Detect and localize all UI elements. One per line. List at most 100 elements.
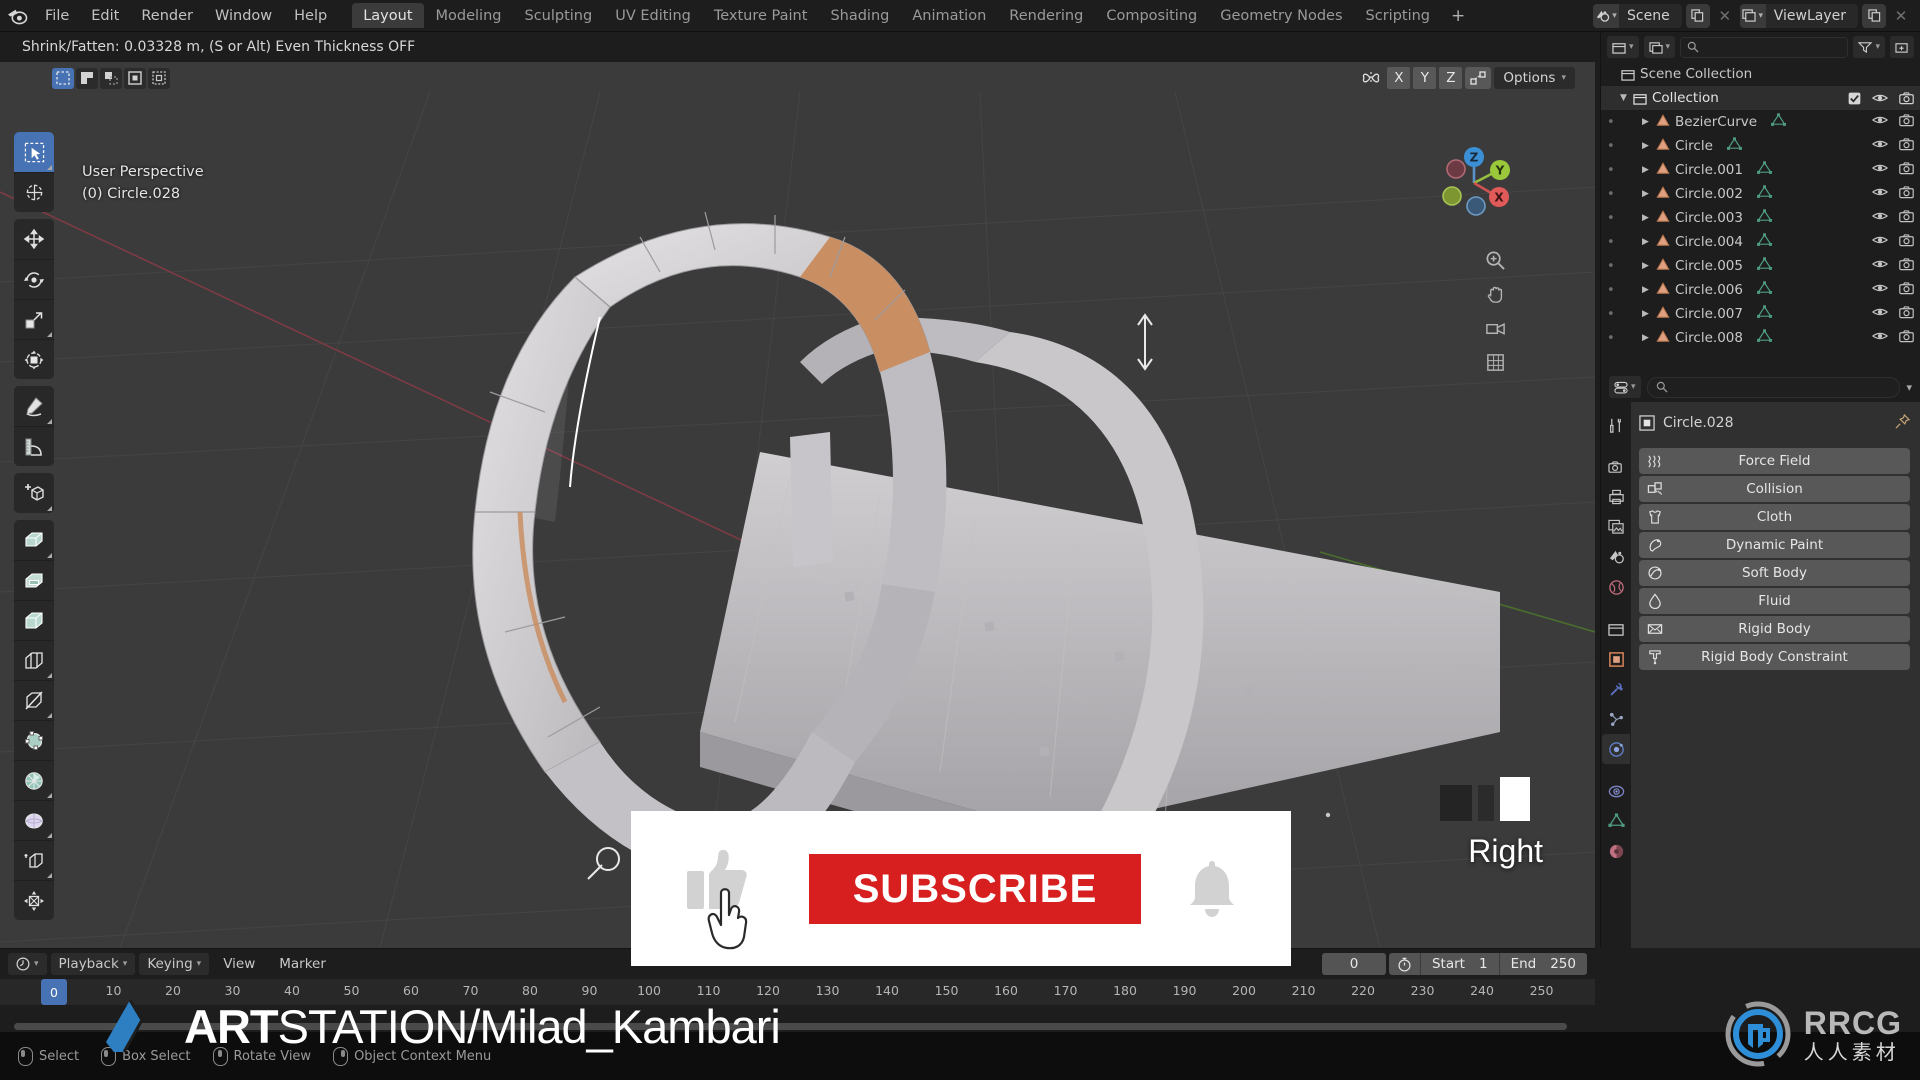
tool-tab-icon[interactable] xyxy=(1602,410,1630,440)
modifiers-tab-icon[interactable] xyxy=(1602,674,1630,704)
tab-animation[interactable]: Animation xyxy=(901,3,997,28)
outliner-row-object[interactable]: • ▶ Circle.002 xyxy=(1601,182,1920,206)
outliner-display-mode-button[interactable]: ▾ xyxy=(1643,36,1676,58)
outliner-row-collection[interactable]: ▼ Collection xyxy=(1601,86,1920,110)
smooth-tool-icon[interactable] xyxy=(14,800,54,840)
physics-button-soft-body[interactable]: Soft Body xyxy=(1639,560,1910,586)
circle-select-icon[interactable] xyxy=(100,67,122,89)
lasso-select-icon[interactable] xyxy=(124,67,146,89)
proportional-editing-icon[interactable] xyxy=(1358,67,1384,89)
outliner-row-scene-collection[interactable]: Scene Collection xyxy=(1601,62,1920,86)
outliner-new-collection-button[interactable] xyxy=(1890,36,1914,58)
particles-tab-icon[interactable] xyxy=(1602,704,1630,734)
bell-icon[interactable] xyxy=(1183,855,1241,923)
shrink-fatten-tool-icon[interactable] xyxy=(14,880,54,920)
loop-cut-tool-icon[interactable] xyxy=(14,640,54,680)
outliner-row-object[interactable]: • ▶ Circle.008 xyxy=(1601,326,1920,350)
outliner-row-object[interactable]: • ▶ Circle.004 xyxy=(1601,230,1920,254)
blender-logo-icon[interactable] xyxy=(0,0,34,32)
subscribe-button[interactable]: SUBSCRIBE xyxy=(808,853,1142,924)
camera-icon[interactable] xyxy=(1899,233,1914,251)
constraints-tab-icon[interactable] xyxy=(1602,776,1630,806)
pan-hand-icon[interactable] xyxy=(1483,282,1507,306)
tab-uv-editing[interactable]: UV Editing xyxy=(604,3,702,28)
add-cube-tool-icon[interactable] xyxy=(14,473,54,513)
menu-window[interactable]: Window xyxy=(204,3,283,29)
camera-view-icon[interactable] xyxy=(1483,316,1507,340)
tab-modeling[interactable]: Modeling xyxy=(425,3,513,28)
timeline-editor-type-button[interactable]: ▾ xyxy=(8,953,47,975)
tab-rendering[interactable]: Rendering xyxy=(998,3,1094,28)
physics-button-fluid[interactable]: Fluid xyxy=(1639,588,1910,614)
outliner-tree[interactable]: Scene Collection ▼ Collection • ▶ BezierCu… xyxy=(1601,62,1920,362)
data-tab-icon[interactable] xyxy=(1602,806,1630,836)
physics-button-rigid-body[interactable]: Rigid Body xyxy=(1639,616,1910,642)
physics-button-dynamic-paint[interactable]: Dynamic Paint xyxy=(1639,532,1910,558)
physics-tab-icon[interactable] xyxy=(1602,734,1630,764)
camera-icon[interactable] xyxy=(1899,113,1914,131)
eye-icon[interactable] xyxy=(1871,162,1889,178)
tab-shading[interactable]: Shading xyxy=(819,3,900,28)
properties-panel[interactable]: ▾ ▾ Circle.028 Force Field Collision Clo… xyxy=(1600,372,1920,948)
camera-icon[interactable] xyxy=(1899,257,1914,275)
physics-button-force-field[interactable]: Force Field xyxy=(1639,448,1910,474)
camera-icon[interactable] xyxy=(1899,209,1914,227)
menu-render[interactable]: Render xyxy=(130,3,204,29)
eye-icon[interactable] xyxy=(1871,138,1889,154)
chevron-right-icon[interactable]: ▶ xyxy=(1639,278,1652,302)
swatch-light[interactable] xyxy=(1500,777,1530,821)
poly-build-tool-icon[interactable] xyxy=(14,720,54,760)
annotate-tool-icon[interactable] xyxy=(14,386,54,426)
output-tab-icon[interactable] xyxy=(1602,482,1630,512)
view-axis-gizmo[interactable]: Z Y X xyxy=(1431,140,1517,226)
toggle-ortho-icon[interactable] xyxy=(1483,350,1507,374)
view-layer-icon[interactable]: ▾ xyxy=(1739,3,1766,28)
menu-file[interactable]: File xyxy=(34,3,80,29)
tab-scripting[interactable]: Scripting xyxy=(1355,3,1441,28)
physics-button-rigid-body-constraint[interactable]: Rigid Body Constraint xyxy=(1639,644,1910,670)
scene-tab-icon[interactable] xyxy=(1602,542,1630,572)
chevron-right-icon[interactable]: ▶ xyxy=(1639,206,1652,230)
viewport-options-button[interactable]: Options ▾ xyxy=(1494,67,1575,89)
zoom-icon[interactable] xyxy=(1483,248,1507,272)
timeline-playhead[interactable]: 0 xyxy=(41,979,67,1005)
eye-icon[interactable] xyxy=(1871,186,1889,202)
outliner-search-input[interactable] xyxy=(1680,36,1849,58)
axis-z-button[interactable]: Z xyxy=(1439,67,1463,89)
scene-icon[interactable]: ▾ xyxy=(1593,3,1620,28)
eye-icon[interactable] xyxy=(1871,330,1889,346)
eye-icon[interactable] xyxy=(1871,282,1889,298)
current-frame-field[interactable]: 0 xyxy=(1321,953,1386,975)
outliner-row-object[interactable]: • ▶ Circle.007 xyxy=(1601,302,1920,326)
box-select-icon[interactable] xyxy=(76,67,98,89)
thumbs-up-group[interactable] xyxy=(681,839,767,949)
pin-icon[interactable] xyxy=(1895,413,1911,433)
camera-icon[interactable] xyxy=(1899,137,1914,155)
camera-icon[interactable] xyxy=(1899,305,1914,323)
tab-layout[interactable]: Layout xyxy=(352,3,424,28)
outliner-panel[interactable]: ▾ ▾ ▾ Scene Collection ▼ Collection • ▶ … xyxy=(1600,32,1920,372)
edge-slide-tool-icon[interactable] xyxy=(14,840,54,880)
material-tab-icon[interactable] xyxy=(1602,836,1630,866)
axis-y-button[interactable]: Y xyxy=(1413,67,1437,89)
bevel-tool-icon[interactable] xyxy=(14,600,54,640)
outliner-row-object[interactable]: • ▶ Circle.003 xyxy=(1601,206,1920,230)
new-scene-button[interactable] xyxy=(1685,3,1710,28)
object-tab-icon[interactable] xyxy=(1602,644,1630,674)
world-tab-icon[interactable] xyxy=(1602,572,1630,602)
axis-x-button[interactable]: X xyxy=(1387,67,1411,89)
rotate-tool-icon[interactable] xyxy=(14,259,54,299)
render-tab-icon[interactable] xyxy=(1602,452,1630,482)
chevron-right-icon[interactable]: ▶ xyxy=(1639,230,1652,254)
extrude-region-tool-icon[interactable] xyxy=(14,520,54,560)
cursor-tool-icon[interactable] xyxy=(14,172,54,212)
timeline-marker-menu[interactable]: Marker xyxy=(269,956,336,972)
scale-tool-icon[interactable] xyxy=(14,299,54,339)
camera-icon[interactable] xyxy=(1899,185,1914,203)
chevron-down-icon[interactable]: ▼ xyxy=(1617,86,1630,110)
menu-edit[interactable]: Edit xyxy=(80,3,130,29)
tab-sculpting[interactable]: Sculpting xyxy=(513,3,603,28)
move-tool-icon[interactable] xyxy=(14,219,54,259)
tab-texture-paint[interactable]: Texture Paint xyxy=(703,3,819,28)
physics-button-collision[interactable]: Collision xyxy=(1639,476,1910,502)
